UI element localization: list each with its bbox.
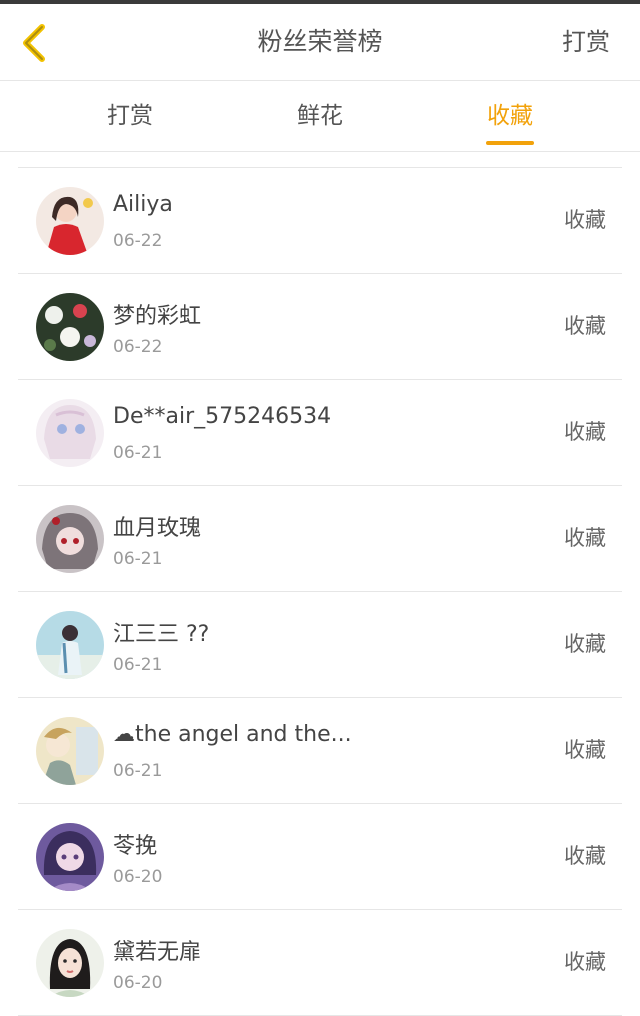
- page-title: 粉丝荣誉榜: [257, 27, 383, 56]
- tab-flowers[interactable]: 鲜花: [260, 81, 380, 151]
- avatar: [36, 929, 104, 997]
- avatar: [36, 505, 104, 573]
- fan-name: ☁the angel and the...: [113, 722, 352, 747]
- app-header: 粉丝荣誉榜 打赏: [0, 4, 640, 81]
- fan-date: 06-21: [113, 443, 163, 463]
- fan-name: 苓挽: [113, 834, 158, 859]
- fan-name: 血月玫瑰: [113, 516, 202, 541]
- avatar: [36, 823, 104, 891]
- reward-button[interactable]: 打赏: [562, 4, 610, 80]
- fan-date: 06-22: [113, 337, 163, 357]
- list-item[interactable]: 江三三 ?? 06-21 收藏: [18, 592, 622, 698]
- fan-name: 梦的彩虹: [113, 304, 202, 329]
- favorite-label: 收藏: [564, 738, 606, 762]
- favorite-label: 收藏: [564, 526, 606, 550]
- fan-date: 06-20: [113, 867, 163, 887]
- favorite-label: 收藏: [564, 208, 606, 232]
- favorite-label: 收藏: [564, 632, 606, 656]
- fan-name: De**air_575246534: [113, 404, 332, 429]
- list-item[interactable]: 苓挽 06-20 收藏: [18, 804, 622, 910]
- fan-date: 06-21: [113, 761, 163, 781]
- fan-date: 06-21: [113, 655, 163, 675]
- fan-name: 江三三 ??: [113, 622, 210, 647]
- list-item[interactable]: De**air_575246534 06-21 收藏: [18, 380, 622, 486]
- favorite-label: 收藏: [564, 314, 606, 338]
- fan-list: Ailiya 06-22 收藏 梦的彩虹 06-22 收藏 De**air_57…: [18, 167, 622, 1016]
- tab-reward[interactable]: 打赏: [70, 81, 190, 151]
- fan-date: 06-20: [113, 973, 163, 993]
- list-item[interactable]: 黛若无扉 06-20 收藏: [18, 910, 622, 1016]
- favorite-label: 收藏: [564, 950, 606, 974]
- avatar: [36, 717, 104, 785]
- list-item[interactable]: 血月玫瑰 06-21 收藏: [18, 486, 622, 592]
- fan-date: 06-22: [113, 231, 163, 251]
- list-item[interactable]: Ailiya 06-22 收藏: [18, 168, 622, 274]
- favorite-label: 收藏: [564, 844, 606, 868]
- favorite-label: 收藏: [564, 420, 606, 444]
- fan-date: 06-21: [113, 549, 163, 569]
- avatar: [36, 399, 104, 467]
- fan-name: Ailiya: [113, 192, 173, 217]
- list-item[interactable]: 梦的彩虹 06-22 收藏: [18, 274, 622, 380]
- fan-name: 黛若无扉: [113, 940, 202, 965]
- avatar: [36, 187, 104, 255]
- list-item[interactable]: ☁the angel and the... 06-21 收藏: [18, 698, 622, 804]
- avatar: [36, 293, 104, 361]
- tab-bar: 打赏 鲜花 收藏: [0, 81, 640, 152]
- active-tab-indicator: [486, 141, 534, 145]
- avatar: [36, 611, 104, 679]
